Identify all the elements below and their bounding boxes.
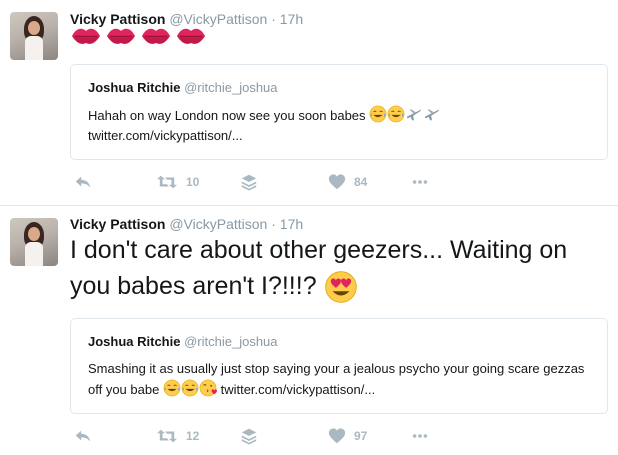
like-button[interactable]: 97 (328, 426, 367, 446)
tweet-body (70, 26, 207, 48)
tweet-header: Vicky Pattison @VickyPattison · 17h (70, 216, 303, 232)
tweet-actions: 12 97 (70, 426, 430, 446)
retweet-count: 12 (186, 429, 200, 443)
quoted-text: Hahah on way London now see you soon bab… (88, 108, 366, 123)
reply-icon (74, 427, 92, 445)
author-handle[interactable]: @VickyPattison (169, 216, 267, 232)
tears-of-joy-icon (387, 105, 405, 123)
stack-icon (240, 173, 258, 191)
author-name[interactable]: Vicky Pattison (70, 11, 165, 27)
tweet-body: I don't care about other geezers... Wait… (70, 232, 610, 304)
airplane-icon (423, 105, 441, 123)
timestamp[interactable]: · 17h (271, 216, 303, 232)
tweet-divider (0, 205, 618, 206)
quoted-tweet-header: Joshua Ritchie @ritchie_joshua (88, 80, 278, 95)
tweet-actions: 10 84 (70, 172, 430, 192)
stack-icon (240, 427, 258, 445)
tears-of-joy-icon (369, 105, 387, 123)
retweet-button[interactable]: 10 (156, 172, 199, 192)
quoted-author-name: Joshua Ritchie (88, 334, 181, 349)
quoted-author-handle: @ritchie_joshua (184, 80, 278, 95)
like-count: 84 (354, 175, 368, 189)
kiss-mark-icon (140, 26, 172, 46)
stack-button[interactable] (240, 426, 258, 446)
quoted-link[interactable]: twitter.com/vickypattison/... (88, 128, 243, 143)
quoted-link[interactable]: twitter.com/vickypattison/... (221, 382, 376, 397)
tears-of-joy-icon (181, 379, 199, 397)
quoted-tweet-header: Joshua Ritchie @ritchie_joshua (88, 334, 278, 349)
more-button[interactable] (411, 172, 429, 192)
quoted-author-name: Joshua Ritchie (88, 80, 181, 95)
retweet-icon (156, 427, 178, 445)
tears-of-joy-icon (163, 379, 181, 397)
kiss-mark-icon (70, 26, 102, 46)
kiss-mark-icon (105, 26, 137, 46)
more-button[interactable] (411, 426, 429, 446)
reply-button[interactable] (74, 172, 92, 192)
reply-button[interactable] (74, 426, 92, 446)
author-name[interactable]: Vicky Pattison (70, 216, 165, 232)
quoted-tweet[interactable]: Joshua Ritchie @ritchie_joshua Hahah on … (70, 64, 608, 160)
like-button[interactable]: 84 (328, 172, 367, 192)
retweet-button[interactable]: 12 (156, 426, 199, 446)
quoted-tweet-text: Hahah on way London now see you soon bab… (88, 105, 593, 146)
tweet-header: Vicky Pattison @VickyPattison · 17h (70, 11, 303, 27)
face-blowing-kiss-icon (199, 379, 217, 397)
quoted-author-handle: @ritchie_joshua (184, 334, 278, 349)
tweet: Vicky Pattison @VickyPattison · 17h Josh… (0, 0, 618, 205)
more-icon (411, 427, 429, 445)
retweet-icon (156, 173, 178, 191)
heart-icon (328, 427, 346, 445)
quoted-tweet[interactable]: Joshua Ritchie @ritchie_joshua Smashing … (70, 318, 608, 414)
retweet-count: 10 (186, 175, 200, 189)
quoted-tweet-text: Smashing it as usually just stop saying … (88, 359, 593, 400)
author-handle[interactable]: @VickyPattison (169, 11, 267, 27)
reply-icon (74, 173, 92, 191)
more-icon (411, 173, 429, 191)
stack-button[interactable] (240, 172, 258, 192)
airplane-icon (405, 105, 423, 123)
kiss-mark-icon (175, 26, 207, 46)
avatar[interactable] (10, 218, 58, 266)
heart-eyes-icon (324, 270, 358, 304)
like-count: 97 (354, 429, 368, 443)
heart-icon (328, 173, 346, 191)
tweet-text: I don't care about other geezers... Wait… (70, 236, 568, 300)
avatar[interactable] (10, 12, 58, 60)
timestamp[interactable]: · 17h (271, 11, 303, 27)
